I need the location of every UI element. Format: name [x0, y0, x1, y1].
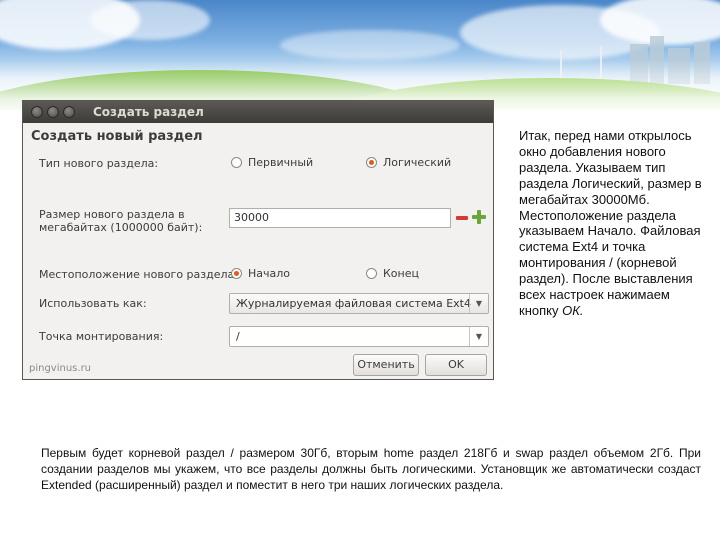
- dialog-title: Создать раздел: [93, 105, 204, 119]
- bottom-paragraph: Первым будет корневой раздел / размером …: [41, 445, 701, 493]
- minimize-window-icon[interactable]: [47, 106, 59, 118]
- decrement-icon[interactable]: [456, 212, 468, 224]
- radio-beginning-label: Начало: [248, 267, 291, 280]
- location-label: Местоположение нового раздела:: [39, 268, 238, 281]
- increment-icon[interactable]: [472, 210, 486, 224]
- radio-logical[interactable]: Логический: [366, 156, 451, 169]
- watermark: pingvinus.ru: [29, 363, 92, 374]
- close-window-icon[interactable]: [31, 106, 43, 118]
- radio-primary-label: Первичный: [248, 156, 314, 169]
- use-as-label: Использовать как:: [39, 297, 147, 310]
- side-description: Итак, перед нами открылось окно добавлен…: [519, 128, 709, 319]
- radio-logical-indicator[interactable]: [366, 157, 377, 168]
- ok-button[interactable]: OK: [425, 354, 487, 376]
- side-description-main: Итак, перед нами открылось окно добавлен…: [519, 128, 702, 318]
- partition-type-label: Тип нового раздела:: [39, 157, 159, 170]
- filesystem-select-value: Журналируемая файловая система Ext4: [236, 297, 471, 310]
- filesystem-select[interactable]: Журналируемая файловая система Ext4 ▼: [229, 293, 489, 314]
- radio-primary[interactable]: Первичный: [231, 156, 313, 169]
- cancel-button[interactable]: Отменить: [353, 354, 419, 376]
- radio-beginning[interactable]: Начало: [231, 267, 290, 280]
- radio-end-indicator[interactable]: [366, 268, 377, 279]
- radio-beginning-indicator[interactable]: [231, 268, 242, 279]
- radio-primary-indicator[interactable]: [231, 157, 242, 168]
- radio-end-label: Конец: [383, 267, 419, 280]
- dialog-titlebar: Создать раздел: [23, 101, 493, 123]
- size-label-line1: Размер нового раздела в: [39, 208, 185, 221]
- mount-point-combo[interactable]: / ▼: [229, 326, 489, 347]
- side-description-emphasis: ОК.: [562, 302, 584, 318]
- radio-end[interactable]: Конец: [366, 267, 419, 280]
- dropdown-arrow-icon[interactable]: ▼: [469, 294, 488, 313]
- landscape-banner: [0, 0, 720, 110]
- maximize-window-icon[interactable]: [63, 106, 75, 118]
- bottom-paragraph-text: Первым будет корневой раздел / размером …: [41, 446, 701, 492]
- create-partition-dialog: Создать раздел Создать новый раздел Тип …: [22, 100, 494, 380]
- size-input[interactable]: 30000: [229, 208, 451, 228]
- size-label-line2: мегабайтах (1000000 байт):: [39, 221, 203, 234]
- mount-point-dropdown-icon[interactable]: ▼: [469, 327, 488, 346]
- mount-point-value[interactable]: /: [236, 330, 240, 343]
- dialog-heading: Создать новый раздел: [31, 129, 203, 144]
- mount-point-label: Точка монтирования:: [39, 330, 164, 343]
- radio-logical-label: Логический: [383, 156, 452, 169]
